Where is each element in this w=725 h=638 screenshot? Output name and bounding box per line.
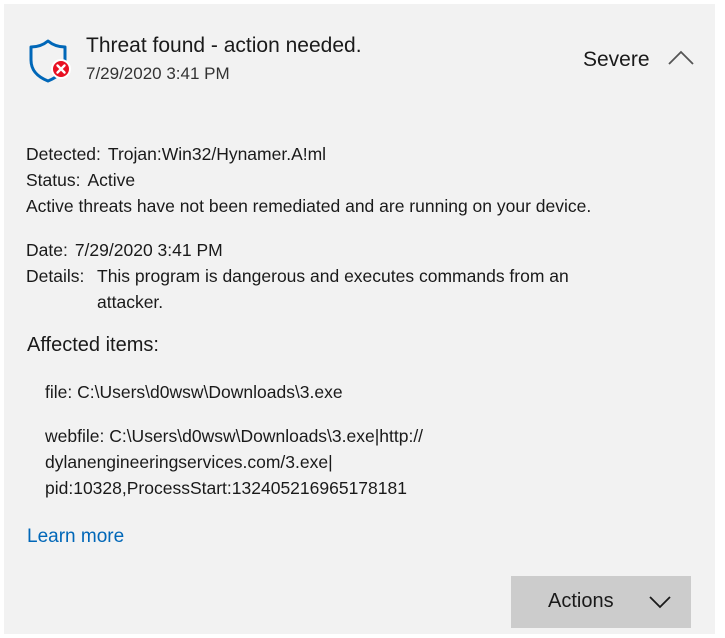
date-field: Date: 7/29/2020 3:41 PM bbox=[26, 237, 223, 263]
threat-card: Threat found - action needed. 7/29/2020 … bbox=[4, 4, 715, 634]
chevron-down-icon bbox=[649, 596, 671, 609]
shield-error-icon bbox=[29, 39, 71, 83]
details-value: This program is dangerous and executes c… bbox=[97, 263, 657, 315]
status-value: Active bbox=[87, 170, 136, 190]
status-label: Status: bbox=[26, 170, 81, 190]
webfile-line: dylanengineeringservices.com/3.exe| bbox=[45, 452, 333, 472]
detected-value: Trojan:Win32/Hynamer.A!ml bbox=[107, 144, 327, 164]
threat-timestamp: 7/29/2020 3:41 PM bbox=[86, 64, 230, 83]
webfile-line: webfile: C:\Users\d0wsw\Downloads\3.exe|… bbox=[45, 426, 424, 446]
webfile-line: pid:10328,ProcessStart:13240521696517818… bbox=[45, 478, 407, 498]
date-label: Date: bbox=[26, 240, 68, 260]
details-line: This program is dangerous and executes c… bbox=[97, 266, 569, 286]
detected-label: Detected: bbox=[26, 144, 101, 164]
status-note: Active threats have not been remediated … bbox=[26, 196, 592, 216]
affected-item-webfile: webfile: C:\Users\d0wsw\Downloads\3.exe|… bbox=[45, 423, 565, 501]
actions-button-label: Actions bbox=[548, 590, 614, 612]
details-line: attacker. bbox=[97, 292, 164, 312]
actions-button[interactable]: Actions bbox=[511, 576, 691, 628]
learn-more-link[interactable]: Learn more bbox=[27, 526, 124, 548]
affected-items-heading: Affected items: bbox=[27, 334, 159, 356]
details-label: Details: bbox=[26, 266, 85, 286]
threat-title: Threat found - action needed. bbox=[86, 34, 362, 57]
date-value: 7/29/2020 3:41 PM bbox=[74, 240, 223, 260]
affected-item-file: file: C:\Users\d0wsw\Downloads\3.exe bbox=[45, 382, 343, 402]
severity-label: Severe bbox=[583, 48, 650, 71]
detected-field: Detected: Trojan:Win32/Hynamer.A!ml bbox=[26, 141, 326, 167]
chevron-up-icon[interactable] bbox=[664, 44, 698, 72]
status-field: Status: Active bbox=[26, 167, 135, 193]
